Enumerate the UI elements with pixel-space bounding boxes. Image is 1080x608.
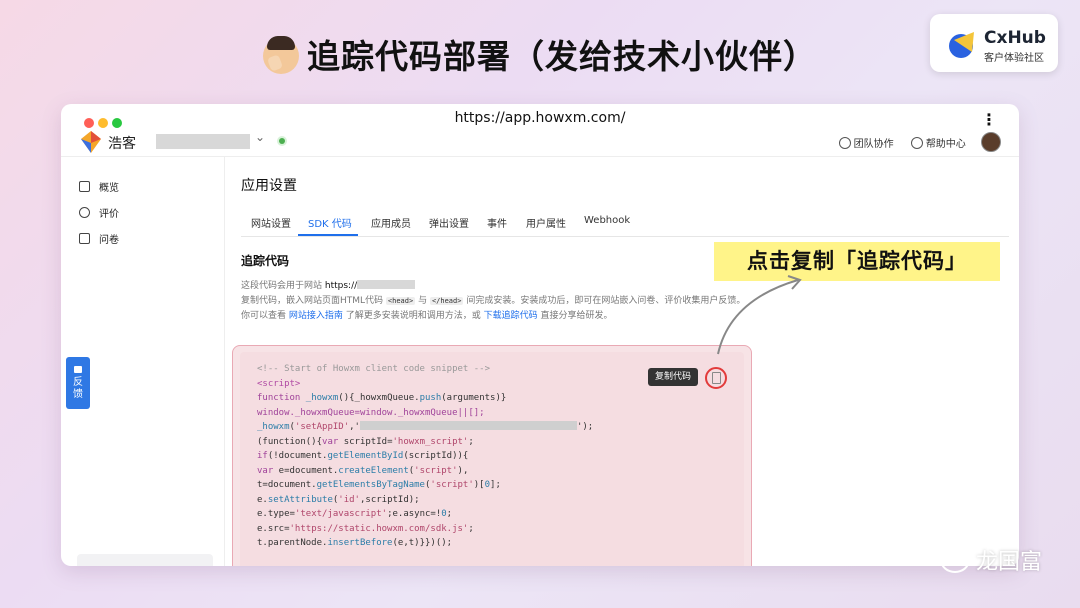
- team-collab-link[interactable]: 团队协作: [838, 135, 894, 150]
- brand-name: CxHub: [984, 28, 1046, 48]
- feedback-icon: [74, 366, 82, 373]
- team-icon: [838, 136, 851, 149]
- app-topbar: 浩客 ⌄ 团队协作 帮助中心: [61, 126, 1019, 157]
- copy-icon: [712, 372, 721, 384]
- app-id-redacted: [359, 421, 577, 430]
- facepalm-emoji-icon: [263, 36, 299, 74]
- online-status-dot: [279, 138, 285, 144]
- desc-line-2: 复制代码，嵌入网站页面HTML代码 <head> 与 </head> 间完成安装…: [241, 296, 746, 306]
- tab-site-settings[interactable]: 网站设置: [251, 215, 291, 230]
- integration-guide-link[interactable]: 网站接入指南: [289, 311, 343, 321]
- help-center-link[interactable]: 帮助中心: [910, 135, 966, 150]
- address-bar[interactable]: https://app.howxm.com/: [61, 110, 1019, 126]
- app-name: 浩客: [108, 136, 136, 152]
- sidebar-bottom-card[interactable]: [77, 554, 213, 566]
- callout-arrow: [717, 275, 802, 355]
- tab-sdk-code[interactable]: SDK 代码: [308, 215, 352, 230]
- settings-tabs: 网站设置 SDK 代码 应用成员 弹出设置 事件 用户属性 Webhook: [241, 209, 1009, 237]
- desc-line-1: 这段代码会用于网站 https://: [241, 279, 761, 294]
- code-panel: <!-- Start of Howxm client code snippet …: [240, 352, 744, 566]
- tab-popup-settings[interactable]: 弹出设置: [429, 215, 469, 230]
- download-code-link[interactable]: 下载追踪代码: [484, 311, 538, 321]
- desc-line-3: 你可以查看 网站接入指南 了解更多安装说明和调用方法，或 下载追踪代码 直接分享…: [241, 311, 613, 321]
- copy-code-tooltip: 复制代码: [648, 368, 698, 386]
- sidebar-item-reviews[interactable]: 评价: [79, 205, 119, 220]
- tab-events[interactable]: 事件: [487, 215, 507, 230]
- help-icon: [910, 136, 923, 149]
- feedback-button[interactable]: 反馈: [66, 357, 90, 409]
- page-title: 应用设置: [241, 178, 297, 194]
- site-url-redacted: [357, 280, 416, 289]
- avatar[interactable]: [981, 132, 1001, 152]
- topbar-actions: 团队协作 帮助中心: [825, 132, 1001, 152]
- clipboard-icon: [79, 233, 90, 244]
- tab-app-members[interactable]: 应用成员: [371, 215, 411, 230]
- sidebar-item-surveys[interactable]: 问卷: [79, 231, 119, 246]
- wechat-icon: [939, 547, 970, 573]
- tracking-code-box: <!-- Start of Howxm client code snippet …: [232, 345, 752, 566]
- chevron-down-icon[interactable]: ⌄: [255, 130, 265, 144]
- home-icon: [79, 181, 90, 192]
- tab-webhook[interactable]: Webhook: [584, 215, 630, 226]
- main-content: 应用设置 网站设置 SDK 代码 应用成员 弹出设置 事件 用户属性 Webho…: [232, 157, 1019, 566]
- tab-user-attributes[interactable]: 用户属性: [526, 215, 566, 230]
- sidebar-item-overview[interactable]: 概览: [79, 179, 119, 194]
- chat-icon: [79, 207, 90, 218]
- copy-code-button[interactable]: [705, 367, 727, 389]
- install-description: 这段代码会用于网站 https:// 复制代码，嵌入网站页面HTML代码 <he…: [241, 279, 761, 324]
- project-select-redacted[interactable]: [156, 134, 250, 149]
- active-tab-indicator: [298, 234, 358, 236]
- cxhub-logo-icon: [949, 32, 974, 58]
- app-logo-icon: [81, 131, 101, 153]
- brand-subtitle: 客户体验社区: [984, 53, 1044, 64]
- wechat-watermark: 龙国富: [939, 544, 1042, 576]
- section-title: 追踪代码: [241, 254, 290, 268]
- cxhub-brand-card: CxHub 客户体验社区: [930, 14, 1058, 72]
- slide-title: 追踪代码部署（发给技术小伙伴）: [0, 30, 1080, 78]
- browser-window: https://app.howxm.com/ ⋮ 浩客 ⌄ 团队协作 帮助中心 …: [61, 104, 1019, 566]
- code-snippet[interactable]: <!-- Start of Howxm client code snippet …: [257, 362, 593, 551]
